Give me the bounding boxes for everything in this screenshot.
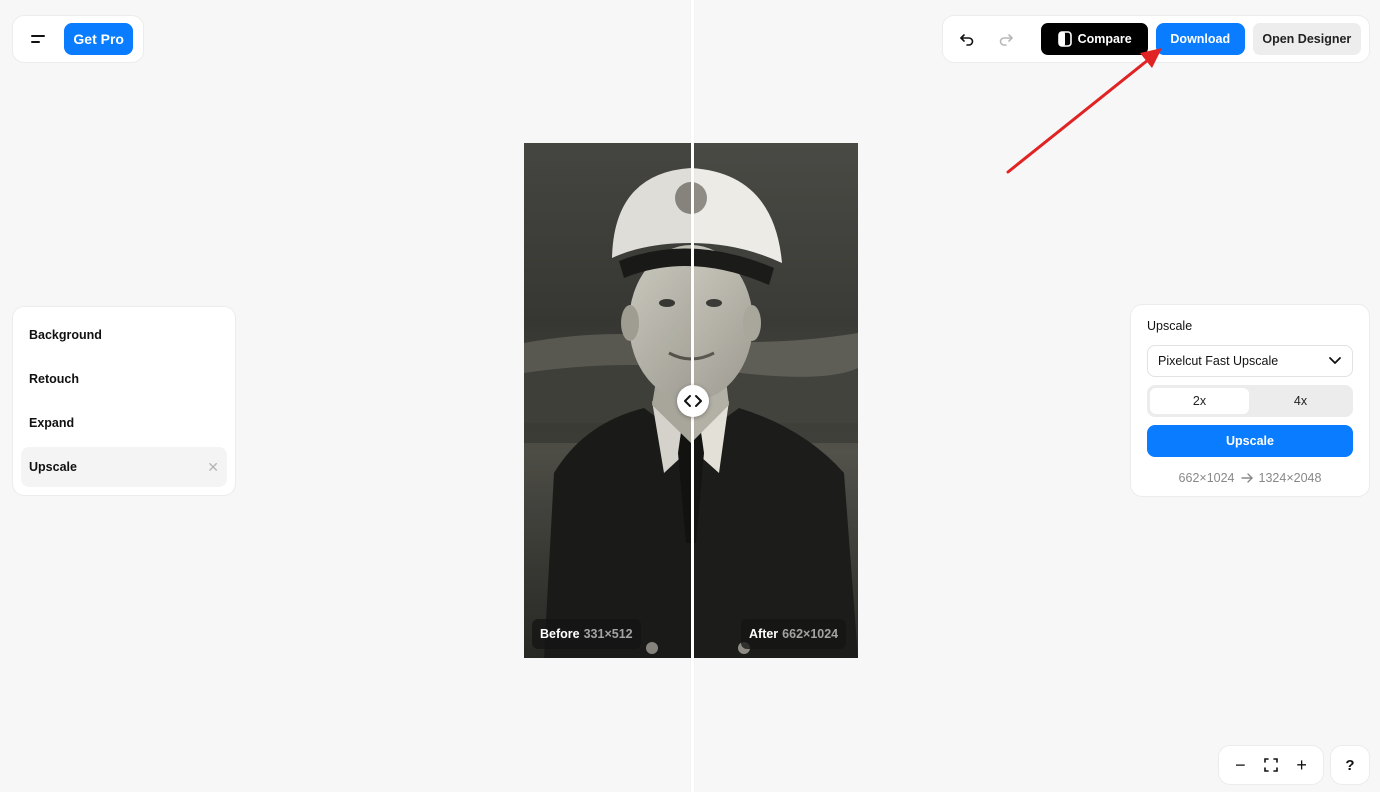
compare-button[interactable]: Compare — [1041, 23, 1148, 55]
panel-title: Upscale — [1147, 319, 1193, 333]
tool-background[interactable]: Background — [21, 315, 227, 355]
after-label-text: After — [749, 627, 779, 641]
top-toolbar: Compare Download Open Designer — [942, 15, 1370, 63]
open-designer-button[interactable]: Open Designer — [1252, 23, 1362, 55]
after-size: 662×1024 — [782, 627, 839, 641]
get-pro-button[interactable]: Get Pro — [64, 23, 133, 55]
select-value: Pixelcut Fast Upscale — [1158, 354, 1279, 368]
download-button[interactable]: Download — [1155, 23, 1245, 55]
top-left-bar: Get Pro — [12, 15, 144, 63]
upscale-panel: Upscale Pixelcut Fast Upscale 2x 4x Upsc… — [1130, 304, 1370, 497]
tool-label: Upscale — [29, 460, 77, 474]
tool-label: Retouch — [29, 372, 79, 386]
tool-label: Background — [29, 328, 102, 342]
zoom-in-button[interactable]: + — [1286, 749, 1317, 781]
help-button[interactable]: ? — [1330, 745, 1370, 785]
tool-retouch[interactable]: Retouch — [21, 359, 227, 399]
before-label-text: Before — [540, 627, 580, 641]
scale-toggle: 2x 4x — [1147, 385, 1353, 417]
before-label: Before 331×512 — [532, 619, 641, 649]
fit-screen-icon[interactable] — [1256, 749, 1287, 781]
upscale-model-select[interactable]: Pixelcut Fast Upscale — [1147, 345, 1353, 377]
arrow-right-icon — [1240, 473, 1253, 483]
resolution-info: 662×1024 1324×2048 — [1147, 471, 1353, 485]
compare-icon — [1057, 31, 1072, 47]
compare-slider-handle[interactable] — [677, 385, 709, 417]
tools-panel: Background Retouch Expand Upscale ✕ — [12, 306, 236, 496]
tool-expand[interactable]: Expand — [21, 403, 227, 443]
upscale-button[interactable]: Upscale — [1147, 425, 1353, 457]
zoom-controls: − + — [1218, 745, 1324, 785]
tool-label: Expand — [29, 416, 75, 430]
after-label: After 662×1024 — [741, 619, 847, 649]
compare-label: Compare — [1077, 32, 1132, 46]
scale-option-4x[interactable]: 4x — [1251, 388, 1350, 414]
menu-icon[interactable] — [23, 24, 52, 54]
zoom-out-button[interactable]: − — [1225, 749, 1256, 781]
close-icon[interactable]: ✕ — [207, 459, 219, 476]
redo-icon[interactable] — [990, 23, 1021, 55]
before-size: 331×512 — [583, 627, 633, 641]
chevrons-left-right-icon — [684, 395, 702, 407]
to-size: 1324×2048 — [1258, 471, 1322, 485]
undo-icon[interactable] — [951, 23, 982, 55]
chevron-down-icon — [1329, 357, 1341, 364]
from-size: 662×1024 — [1178, 471, 1235, 485]
scale-option-2x[interactable]: 2x — [1150, 388, 1249, 414]
tool-upscale[interactable]: Upscale ✕ — [21, 447, 227, 487]
